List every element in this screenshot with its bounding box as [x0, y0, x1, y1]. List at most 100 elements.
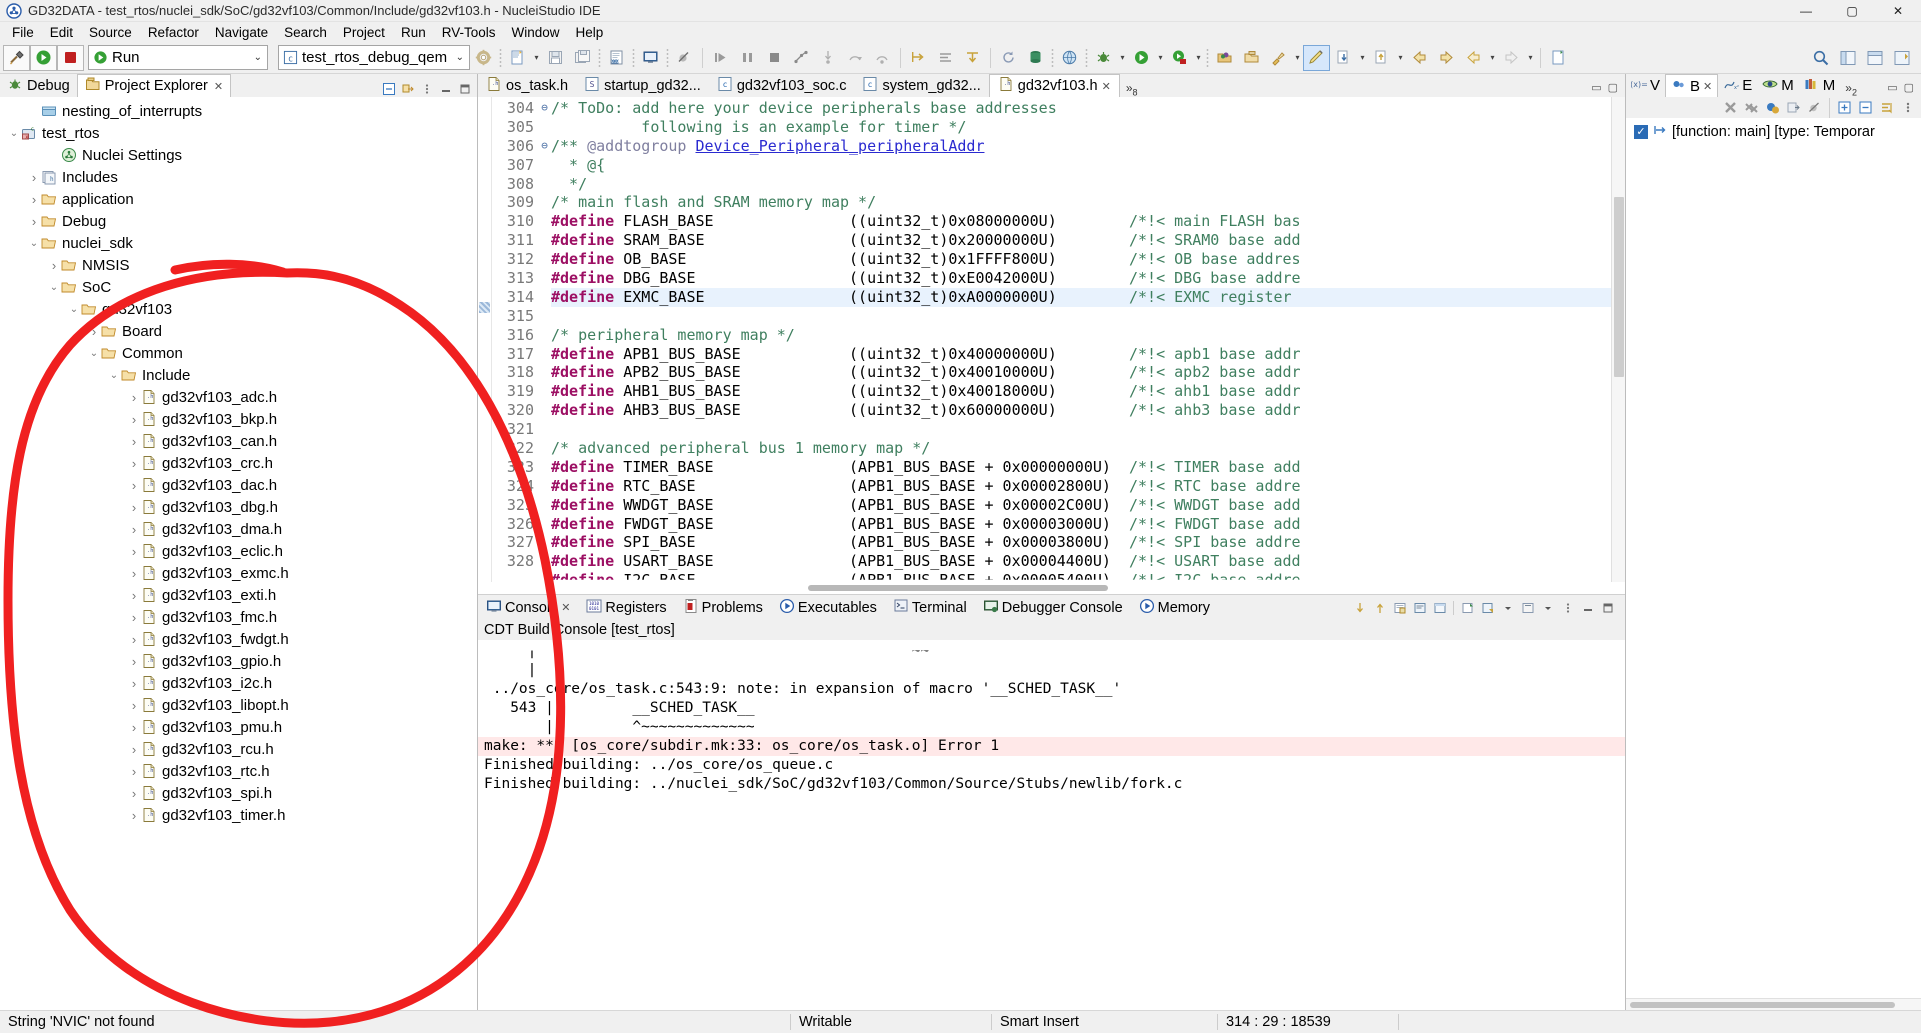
download-icon[interactable]: [1330, 45, 1357, 71]
chevron-right-icon[interactable]: ›: [128, 544, 140, 559]
tree-item[interactable]: › Board: [0, 320, 477, 342]
console-tab-terminal[interactable]: Terminal: [885, 595, 975, 620]
menu-file[interactable]: File: [4, 24, 42, 41]
fold-marker[interactable]: ⊖: [538, 99, 551, 118]
code-line[interactable]: #define I2C_BASE (APB1_BUS_BASE + 0x0000…: [551, 571, 1611, 580]
tree-item[interactable]: › .h gd32vf103_timer.h: [0, 804, 477, 826]
chevron-right-icon[interactable]: ›: [128, 412, 140, 427]
chevron-right-icon[interactable]: ›: [128, 456, 140, 471]
remove-breakpoint-icon[interactable]: [1721, 98, 1740, 117]
run-last-icon[interactable]: [1166, 45, 1193, 71]
run-config-icon[interactable]: [1128, 45, 1155, 71]
tree-item[interactable]: ⌄ Common: [0, 342, 477, 364]
tree-item[interactable]: › .h gd32vf103_fwdgt.h: [0, 628, 477, 650]
code-line[interactable]: following is an example for timer */: [551, 118, 1611, 137]
chevron-down-icon[interactable]: ⌄: [68, 304, 80, 315]
menu-window[interactable]: Window: [504, 24, 568, 41]
prev-icon[interactable]: [1460, 45, 1487, 71]
clear-console-icon[interactable]: [1390, 598, 1409, 617]
chevron-right-icon[interactable]: ›: [128, 764, 140, 779]
forward-icon[interactable]: [1433, 45, 1460, 71]
skip-all-breakpoints-icon[interactable]: [1805, 98, 1824, 117]
code-line[interactable]: #define APB1_BUS_BASE ((uint32_t)0x40000…: [551, 345, 1611, 364]
code-line[interactable]: [551, 420, 1611, 439]
breakpoint-properties-icon[interactable]: [1763, 98, 1782, 117]
perspective-debug-icon[interactable]: [1861, 45, 1888, 71]
perspective-cdt-icon[interactable]: [1834, 45, 1861, 71]
disconnect-icon[interactable]: [788, 45, 815, 71]
chevron-right-icon[interactable]: ›: [128, 588, 140, 603]
right-tab-breakpoints[interactable]: B ✕: [1665, 74, 1719, 97]
left-tab-debug[interactable]: Debug: [0, 74, 77, 97]
right-tabs-overflow-icon[interactable]: »2: [1840, 81, 1862, 97]
new-console-view-icon[interactable]: [1458, 598, 1477, 617]
breakpoint-checkbox[interactable]: [1634, 125, 1648, 139]
close-button[interactable]: ✕: [1875, 0, 1921, 22]
maximize-icon[interactable]: ▢: [1608, 81, 1618, 94]
menu-refactor[interactable]: Refactor: [140, 24, 207, 41]
chevron-right-icon[interactable]: ›: [128, 676, 140, 691]
binary-icon[interactable]: 010: [603, 45, 630, 71]
new-wizard-icon[interactable]: [1545, 45, 1572, 71]
editor-tab-system-gd32-[interactable]: c system_gd32...: [854, 74, 989, 97]
download-dropdown-icon[interactable]: ▾: [1357, 45, 1368, 71]
folding-column[interactable]: ⊖ ⊖: [538, 97, 551, 582]
breakpoints-list[interactable]: [function: main] [type: Temporar: [1626, 118, 1921, 998]
debug-bug-icon[interactable]: [1090, 45, 1117, 71]
menu-navigate[interactable]: Navigate: [207, 24, 276, 41]
tree-item[interactable]: › .h gd32vf103_rcu.h: [0, 738, 477, 760]
chevron-down-icon[interactable]: ⌄: [254, 52, 265, 63]
next-icon[interactable]: [1498, 45, 1525, 71]
code-viewport[interactable]: 304 305 306 307 308 309 310 311 312 313 314 315 316 3…: [478, 97, 1625, 582]
code-lines[interactable]: /* ToDo: add here your device peripheral…: [551, 97, 1611, 582]
terminate-icon[interactable]: [761, 45, 788, 71]
close-icon[interactable]: ✕: [561, 601, 570, 614]
tree-item[interactable]: › application: [0, 188, 477, 210]
upload-dropdown-icon[interactable]: ▾: [1395, 45, 1406, 71]
maximize-icon[interactable]: [1598, 598, 1617, 617]
chevron-right-icon[interactable]: ›: [128, 698, 140, 713]
code-line[interactable]: #define AHB1_BUS_BASE ((uint32_t)0x40018…: [551, 382, 1611, 401]
close-icon[interactable]: ✕: [214, 80, 223, 93]
chevron-right-icon[interactable]: ›: [28, 170, 40, 185]
pin-icon[interactable]: [1370, 598, 1389, 617]
chevron-down-icon[interactable]: ⌄: [88, 348, 100, 359]
right-tab-variables[interactable]: (x)= V: [1626, 74, 1665, 97]
upload-icon[interactable]: [1368, 45, 1395, 71]
minimize-button[interactable]: —: [1783, 0, 1829, 22]
build-hammer-icon[interactable]: [3, 44, 30, 71]
chevron-right-icon[interactable]: ›: [88, 324, 100, 339]
right-tab-expressions[interactable]: x² E: [1718, 74, 1757, 97]
minimize-icon[interactable]: ▭: [1887, 81, 1897, 94]
collapse-all-icon[interactable]: [1856, 98, 1875, 117]
open-perspective-icon[interactable]: [1888, 45, 1915, 71]
tree-item[interactable]: › .h gd32vf103_can.h: [0, 430, 477, 452]
code-line[interactable]: /* peripheral memory map */: [551, 326, 1611, 345]
code-line[interactable]: #define EXMC_BASE ((uint32_t)0xA0000000U…: [551, 287, 1611, 307]
open-type-icon[interactable]: [1211, 45, 1238, 71]
menu-help[interactable]: Help: [568, 24, 612, 41]
code-line[interactable]: #define DBG_BASE ((uint32_t)0xE0042000U)…: [551, 269, 1611, 288]
chevron-right-icon[interactable]: ›: [128, 720, 140, 735]
next-dropdown-icon[interactable]: ▾: [1525, 45, 1536, 71]
prev-dropdown-icon[interactable]: ▾: [1487, 45, 1498, 71]
breakpoints-horizontal-scrollbar[interactable]: [1626, 998, 1921, 1010]
open-console-dropdown-icon[interactable]: [1498, 598, 1517, 617]
open-console-icon[interactable]: [1538, 598, 1557, 617]
chevron-down-icon-2[interactable]: ⌄: [456, 52, 467, 63]
restart-icon[interactable]: [932, 45, 959, 71]
console-tab-problems[interactable]: Problems: [675, 595, 771, 620]
tree-item[interactable]: › .h gd32vf103_eclic.h: [0, 540, 477, 562]
show-console-icon[interactable]: [1410, 598, 1429, 617]
maximize-icon[interactable]: [456, 80, 473, 97]
editor-tabs-overflow-icon[interactable]: »8: [1120, 81, 1144, 97]
code-line[interactable]: #define TIMER_BASE (APB1_BUS_BASE + 0x00…: [551, 458, 1611, 477]
save-icon[interactable]: [542, 45, 569, 71]
sort-icon[interactable]: [1877, 98, 1896, 117]
console-tab-memory[interactable]: Memory: [1131, 595, 1218, 620]
tree-item[interactable]: › .h gd32vf103_pmu.h: [0, 716, 477, 738]
chevron-down-icon[interactable]: ⌄: [108, 370, 120, 381]
tree-item[interactable]: › Debug: [0, 210, 477, 232]
console-tab-executables[interactable]: Executables: [771, 595, 885, 620]
code-line[interactable]: /* ToDo: add here your device peripheral…: [551, 99, 1611, 118]
